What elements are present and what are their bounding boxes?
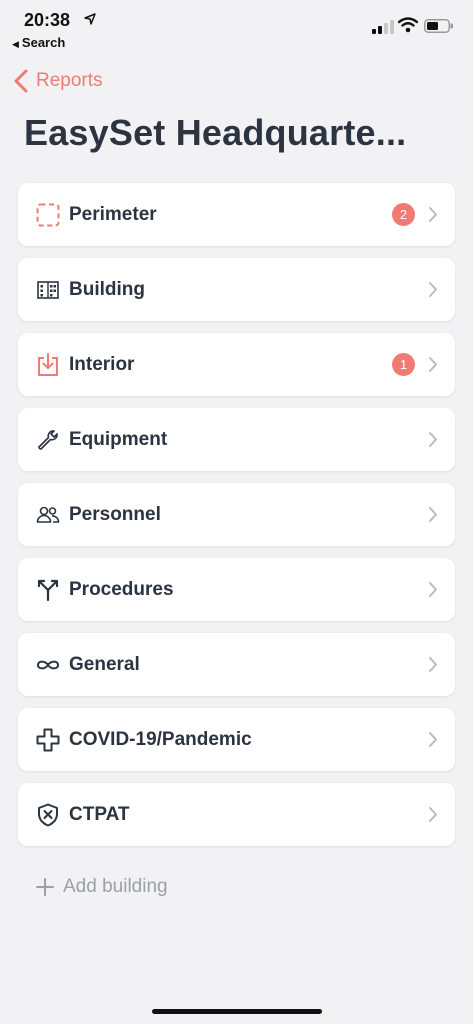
perimeter-icon: [35, 202, 61, 228]
section-item-covid-19-pandemic[interactable]: COVID-19/Pandemic: [18, 708, 455, 771]
notification-badge: 1: [392, 353, 415, 376]
section-list: Perimeter 2 Building Interior 1 Equipmen…: [18, 183, 455, 858]
battery-icon: [424, 19, 453, 33]
wrench-icon: [35, 427, 61, 453]
section-item-label: Perimeter: [69, 203, 157, 225]
chevron-right-icon: [429, 357, 437, 372]
section-item-label: Procedures: [69, 578, 174, 600]
section-item-general[interactable]: General: [18, 633, 455, 696]
chevron-right-icon: [429, 732, 437, 747]
section-item-equipment[interactable]: Equipment: [18, 408, 455, 471]
section-item-label: CTPAT: [69, 803, 130, 825]
add-building-button[interactable]: Add building: [36, 876, 168, 898]
section-item-label: Building: [69, 278, 145, 300]
infinity-icon: [35, 652, 61, 678]
chevron-right-icon: [429, 432, 437, 447]
status-bar: 20:38 ◀ Search: [0, 0, 473, 52]
page-title: EasySet Headquarte...: [24, 112, 407, 153]
section-item-procedures[interactable]: Procedures: [18, 558, 455, 621]
chevron-right-icon: [429, 807, 437, 822]
plus-icon: [36, 878, 54, 896]
shield-x-icon: [35, 802, 61, 828]
chevron-right-icon: [429, 657, 437, 672]
section-item-label: Personnel: [69, 503, 161, 525]
back-app-label: Search: [21, 35, 66, 50]
section-item-personnel[interactable]: Personnel: [18, 483, 455, 546]
back-button-label: Reports: [36, 70, 103, 91]
notification-badge: 2: [392, 203, 415, 226]
back-button[interactable]: Reports: [14, 68, 103, 94]
section-item-label: COVID-19/Pandemic: [69, 728, 252, 750]
chevron-right-icon: [429, 582, 437, 597]
chevron-right-icon: [429, 207, 437, 222]
home-indicator[interactable]: [152, 1009, 322, 1014]
building-icon: [35, 277, 61, 303]
fork-icon: [35, 577, 61, 603]
section-item-ctpat[interactable]: CTPAT: [18, 783, 455, 846]
chevron-left-icon: [14, 69, 28, 93]
chevron-right-icon: [429, 282, 437, 297]
location-arrow-icon: [84, 13, 96, 25]
back-triangle-icon: ◀: [12, 39, 19, 49]
add-building-label: Add building: [63, 876, 168, 897]
wifi-icon: [398, 17, 418, 33]
status-time: 20:38: [24, 10, 71, 30]
section-item-perimeter[interactable]: Perimeter 2: [18, 183, 455, 246]
section-item-label: Equipment: [69, 428, 168, 450]
section-item-building[interactable]: Building: [18, 258, 455, 321]
medical-cross-icon: [35, 727, 61, 753]
section-item-label: General: [69, 653, 140, 675]
interior-icon: [35, 352, 61, 378]
back-to-app-link[interactable]: ◀ Search: [12, 35, 65, 50]
chevron-right-icon: [429, 507, 437, 522]
section-item-interior[interactable]: Interior 1: [18, 333, 455, 396]
section-item-label: Interior: [69, 353, 135, 375]
cellular-signal-icon: [372, 20, 394, 34]
people-icon: [35, 502, 61, 528]
